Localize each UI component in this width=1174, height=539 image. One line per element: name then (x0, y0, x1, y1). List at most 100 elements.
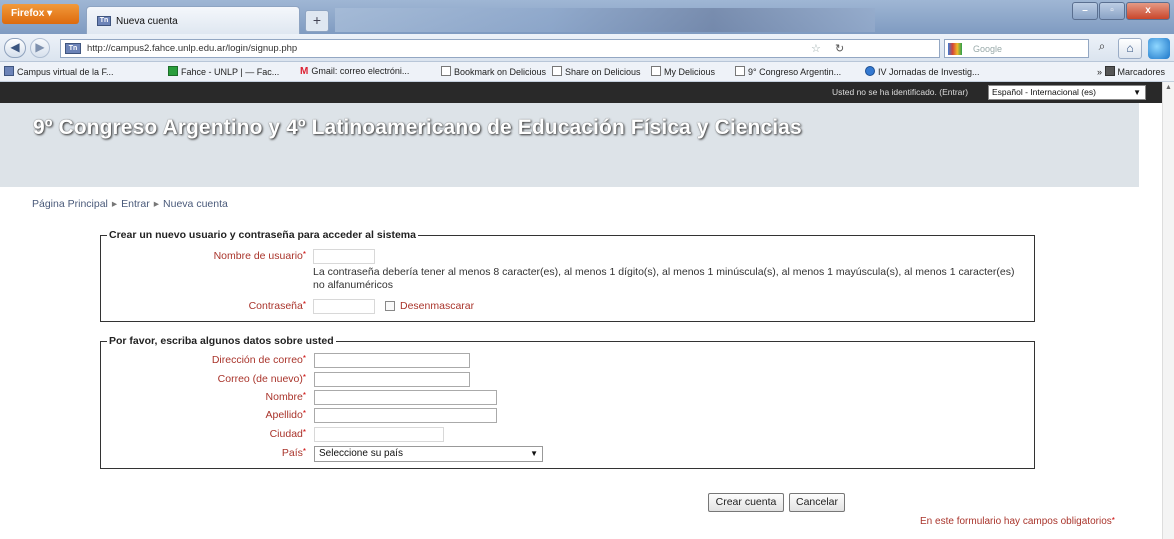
folder-icon (1104, 66, 1115, 76)
tab-title: Nueva cuenta (116, 16, 178, 27)
required-icon: * (302, 373, 306, 382)
forward-button[interactable]: ▶ (30, 38, 50, 58)
country-select[interactable]: Seleccione su país ▼ (314, 446, 543, 462)
bookmark-item[interactable]: 9° Congreso Argentin... (735, 66, 841, 77)
required-icon: * (302, 391, 306, 400)
browser-tab-active[interactable]: Tn Nueva cuenta (86, 6, 300, 34)
profile-fieldset: Por favor, escriba algunos datos sobre u… (100, 335, 1035, 469)
window-controls: – ▫ x (1071, 2, 1170, 20)
user-menu-bar: Usted no se ha identificado. (Entrar) Es… (0, 82, 1174, 103)
dropdown-arrow-icon: ▼ (1133, 88, 1141, 97)
breadcrumb: Página Principal ▸ Entrar ▸ Nueva cuenta (32, 198, 228, 210)
required-icon: * (302, 428, 306, 437)
breadcrumb-login-link[interactable]: Entrar (121, 198, 150, 210)
firstname-input[interactable] (314, 390, 497, 405)
navigation-toolbar: ◀ ▶ Tn http://campus2.fahce.unlp.edu.ar/… (0, 34, 1174, 62)
browser-title-bar: Firefox ▾ Tn Nueva cuenta + – ▫ x (0, 0, 1174, 34)
background-tabs[interactable] (335, 8, 875, 32)
country-selected: Seleccione su país (319, 448, 403, 459)
breadcrumb-home-link[interactable]: Página Principal (32, 198, 108, 210)
email-confirm-label: Correo (de nuevo)* (217, 373, 306, 385)
lastname-input[interactable] (314, 408, 497, 423)
city-input[interactable] (314, 427, 444, 442)
bookmark-item[interactable]: Campus virtual de la F... (4, 66, 114, 77)
cancel-button[interactable]: Cancelar (789, 493, 845, 512)
scroll-up-icon[interactable]: ▲ (1165, 84, 1172, 91)
required-icon: * (302, 300, 306, 309)
required-icon: * (302, 447, 306, 456)
search-placeholder: Google (973, 44, 1003, 54)
breadcrumb-separator: ▸ (111, 198, 118, 210)
site-title[interactable]: 9º Congreso Argentino y 4º Latinoamerica… (33, 116, 802, 140)
required-icon: * (1111, 516, 1115, 525)
reload-icon[interactable]: ↻ (835, 42, 844, 55)
delicious-icon (441, 66, 451, 76)
password-input[interactable] (313, 299, 375, 314)
username-label: Nombre de usuario* (213, 250, 306, 262)
bookmark-item[interactable]: Bookmark on Delicious (441, 66, 546, 77)
unmask-label[interactable]: Desenmascarar (400, 300, 474, 312)
bookmarks-toolbar: Campus virtual de la F... Fahce - UNLP |… (0, 62, 1174, 82)
other-bookmarks-label: Marcadores (1117, 67, 1166, 77)
address-bar[interactable]: Tn http://campus2.fahce.unlp.edu.ar/logi… (60, 39, 940, 58)
bookmarks-overflow-button[interactable]: » Marcadores (1097, 66, 1165, 77)
bookmark-item[interactable]: My Delicious (651, 66, 715, 77)
breadcrumb-current: Nueva cuenta (163, 198, 228, 210)
search-icon[interactable]: ⌕ (1092, 39, 1112, 58)
home-icon: ⌂ (1126, 41, 1134, 55)
gmail-icon: M (300, 66, 309, 77)
bookmark-item[interactable]: IV Jornadas de Investig... (865, 66, 980, 77)
required-icon: * (302, 250, 306, 259)
bookmark-item[interactable]: Share on Delicious (552, 66, 641, 77)
required-icon: * (302, 409, 306, 418)
site-favicon-icon: Tn (97, 16, 111, 26)
url-text[interactable]: http://campus2.fahce.unlp.edu.ar/login/s… (87, 43, 297, 54)
campus-icon (4, 66, 14, 76)
password-policy-hint: La contraseña debería tener al menos 8 c… (313, 266, 1015, 291)
account-fieldset: Crear un nuevo usuario y contraseña para… (100, 229, 1035, 322)
maximize-button[interactable]: ▫ (1099, 2, 1125, 20)
email-label: Dirección de correo* (211, 354, 306, 366)
firstname-label: Nombre* (265, 391, 306, 403)
language-select[interactable]: Español - Internacional (es) ▼ (988, 85, 1146, 100)
page-icon (735, 66, 745, 76)
create-account-button[interactable]: Crear cuenta (708, 493, 784, 512)
email-confirm-input[interactable] (314, 372, 470, 387)
firefox-menu-button[interactable]: Firefox ▾ (2, 4, 79, 24)
new-tab-button[interactable]: + (305, 10, 329, 32)
account-legend: Crear un nuevo usuario y contraseña para… (107, 229, 418, 241)
search-bar[interactable]: Google (944, 39, 1089, 58)
breadcrumb-separator: ▸ (153, 198, 160, 210)
dropdown-arrow-icon: ▼ (530, 449, 538, 458)
forward-arrow-icon: ▶ (35, 40, 45, 54)
back-button[interactable]: ◀ (4, 38, 26, 58)
password-label: Contraseña* (248, 300, 306, 312)
required-fields-note: En este formulario hay campos obligatori… (920, 516, 1115, 527)
site-header: 9º Congreso Argentino y 4º Latinoamerica… (0, 103, 1139, 187)
bookmark-item[interactable]: M Gmail: correo electróni... (300, 66, 409, 77)
profile-legend: Por favor, escriba algunos datos sobre u… (107, 335, 336, 347)
city-label: Ciudad* (269, 428, 306, 440)
site-identity-icon[interactable]: Tn (65, 43, 81, 54)
minimize-button[interactable]: – (1072, 2, 1098, 20)
close-window-button[interactable]: x (1126, 2, 1170, 20)
addon-icon[interactable] (1148, 38, 1170, 59)
delicious-icon (651, 66, 661, 76)
bookmark-item[interactable]: Fahce - UNLP | — Fac... (168, 66, 279, 77)
page-scrollbar[interactable]: ▲ (1162, 82, 1174, 539)
fahce-icon (168, 66, 178, 76)
back-arrow-icon: ◀ (10, 40, 20, 54)
home-button[interactable]: ⌂ (1118, 38, 1142, 59)
globe-icon (865, 66, 875, 76)
language-selected: Español - Internacional (es) (992, 87, 1096, 97)
email-input[interactable] (314, 353, 470, 368)
lastname-label: Apellido* (265, 409, 307, 421)
username-input[interactable] (313, 249, 375, 264)
country-label: País* (281, 447, 306, 459)
login-info[interactable]: Usted no se ha identificado. (Entrar) (832, 87, 968, 97)
delicious-icon (552, 66, 562, 76)
bookmark-star-icon[interactable]: ☆ (811, 42, 821, 55)
required-icon: * (302, 354, 306, 363)
unmask-checkbox[interactable] (385, 301, 395, 311)
google-engine-icon[interactable] (948, 43, 962, 55)
